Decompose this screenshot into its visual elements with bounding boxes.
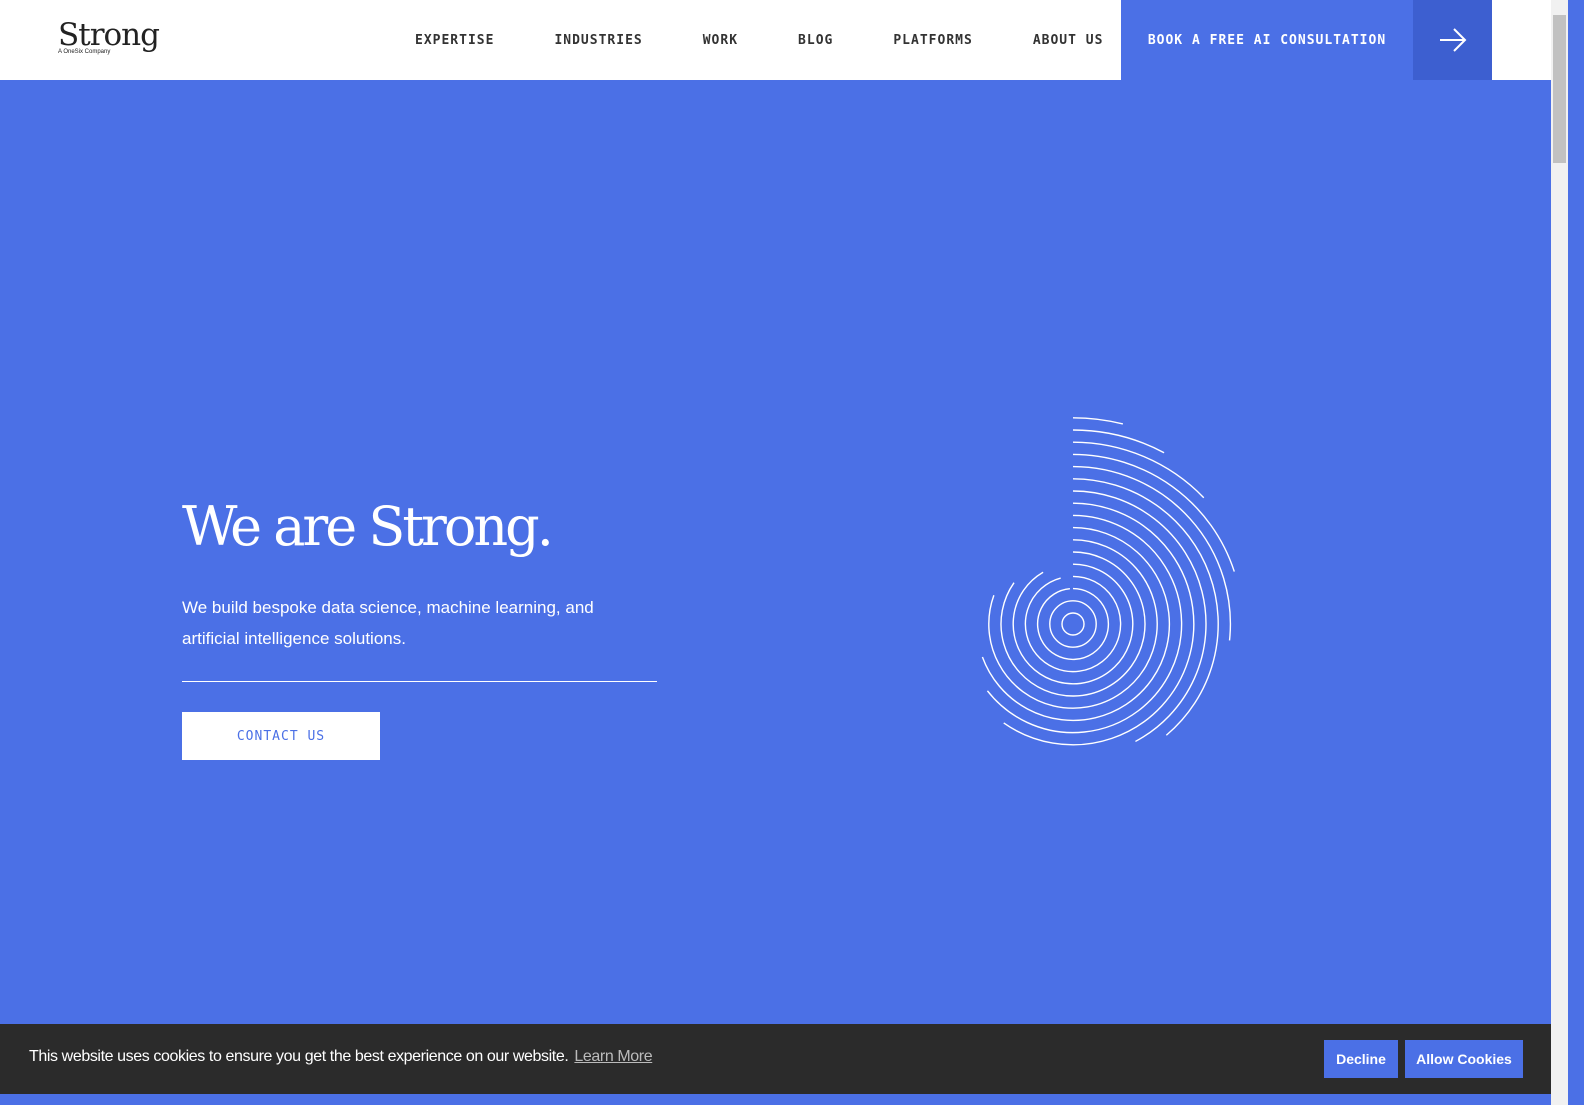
spiral-arc — [1072, 453, 1235, 572]
spiral-arc — [1072, 441, 1205, 499]
decline-button[interactable]: Decline — [1324, 1040, 1398, 1078]
spiral-arc — [1003, 502, 1195, 746]
spiral-arc — [1061, 612, 1085, 636]
hero-title: We are Strong. — [182, 495, 554, 558]
spiral-arc — [1000, 551, 1146, 697]
scrollbar[interactable] — [1551, 0, 1568, 1105]
spiral-arc — [1012, 563, 1134, 685]
spiral-arc — [1072, 429, 1165, 454]
spiral-arc — [1036, 587, 1110, 661]
cookie-message: This website uses cookies to ensure you … — [29, 1048, 653, 1066]
spiral-arc — [1072, 490, 1207, 743]
spiral-arc — [1024, 575, 1122, 673]
divider — [182, 681, 657, 682]
spiral-arc — [1049, 600, 1097, 648]
contact-us-button[interactable]: CONTACT US — [182, 712, 380, 760]
spiral-arc — [988, 539, 1158, 709]
scrollbar-thumb[interactable] — [1553, 15, 1566, 163]
cookie-banner: This website uses cookies to ensure you … — [0, 1024, 1551, 1094]
spiral-arc — [981, 526, 1171, 722]
cookie-text: This website uses cookies to ensure you … — [29, 1048, 569, 1065]
hero-subtitle: We build bespoke data science, machine l… — [182, 598, 594, 648]
learn-more-link[interactable]: Learn More — [574, 1048, 652, 1065]
allow-cookies-button[interactable]: Allow Cookies — [1405, 1040, 1523, 1078]
spiral-arc — [1072, 417, 1124, 425]
